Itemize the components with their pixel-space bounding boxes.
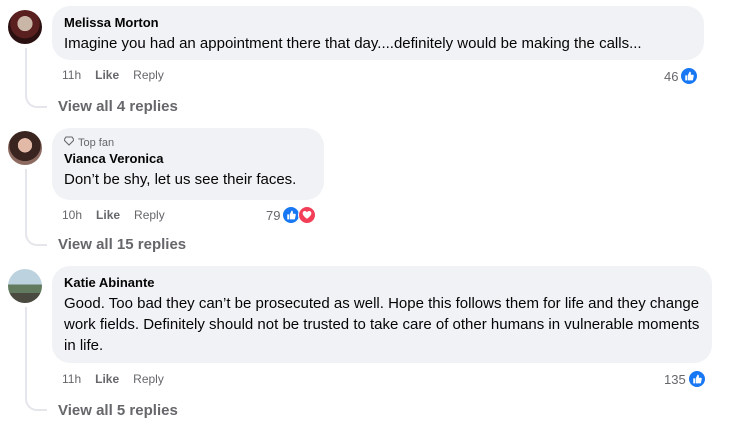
comment-author[interactable]: Vianca Veronica [64, 150, 312, 167]
comment-time[interactable]: 11h [62, 372, 81, 386]
reaction-count: 135 [664, 371, 686, 387]
reaction-count: 46 [664, 68, 679, 84]
comment-actions: 11h Like Reply [62, 68, 164, 82]
thread-connector [25, 397, 47, 411]
reply-button[interactable]: Reply [133, 68, 164, 82]
thread-connector [25, 94, 47, 108]
diamond-icon [63, 136, 75, 150]
top-fan-label: Top fan [78, 137, 115, 149]
comment-text: Good. Too bad they can’t be prosecuted a… [64, 295, 700, 354]
top-fan-badge: Top fan [63, 136, 312, 150]
like-button[interactable]: Like [95, 68, 119, 82]
comment-bubble: Katie Abinante Good. Too bad they can’t … [52, 266, 712, 363]
comment-bubble: Top fan Vianca Veronica Don’t be shy, le… [52, 128, 324, 200]
avatar[interactable] [8, 269, 42, 303]
comment-actions: 11h Like Reply [62, 372, 164, 386]
comment-actions: 10h Like Reply [62, 208, 165, 222]
thread-line [25, 307, 27, 397]
thread-line [25, 48, 27, 94]
view-replies-link[interactable]: View all 4 replies [58, 98, 178, 115]
like-button[interactable]: Like [95, 372, 119, 386]
reply-button[interactable]: Reply [133, 372, 164, 386]
like-reaction-icon [680, 67, 699, 85]
comment-text: Imagine you had an appointment there tha… [64, 35, 642, 52]
comment-text: Don’t be shy, let us see their faces. [64, 171, 297, 188]
avatar[interactable] [8, 10, 42, 44]
avatar[interactable] [8, 131, 42, 165]
love-reaction-icon [298, 206, 317, 224]
view-replies-link[interactable]: View all 15 replies [58, 236, 186, 253]
like-reaction-icon [687, 370, 706, 388]
comment-time[interactable]: 10h [62, 208, 82, 222]
view-replies-link[interactable]: View all 5 replies [58, 402, 178, 419]
comment-bubble: Melissa Morton Imagine you had an appoin… [52, 6, 704, 60]
thread-line [25, 169, 27, 232]
thread-connector [25, 232, 47, 246]
comment-author[interactable]: Melissa Morton [64, 14, 692, 31]
reaction-summary[interactable]: 79 [266, 206, 317, 224]
reply-button[interactable]: Reply [134, 208, 165, 222]
comment-time[interactable]: 11h [62, 68, 81, 82]
comment-author[interactable]: Katie Abinante [64, 274, 700, 291]
reaction-summary[interactable]: 46 [664, 67, 699, 85]
reaction-summary[interactable]: 135 [664, 370, 706, 388]
like-button[interactable]: Like [96, 208, 120, 222]
reaction-count: 79 [266, 207, 281, 223]
